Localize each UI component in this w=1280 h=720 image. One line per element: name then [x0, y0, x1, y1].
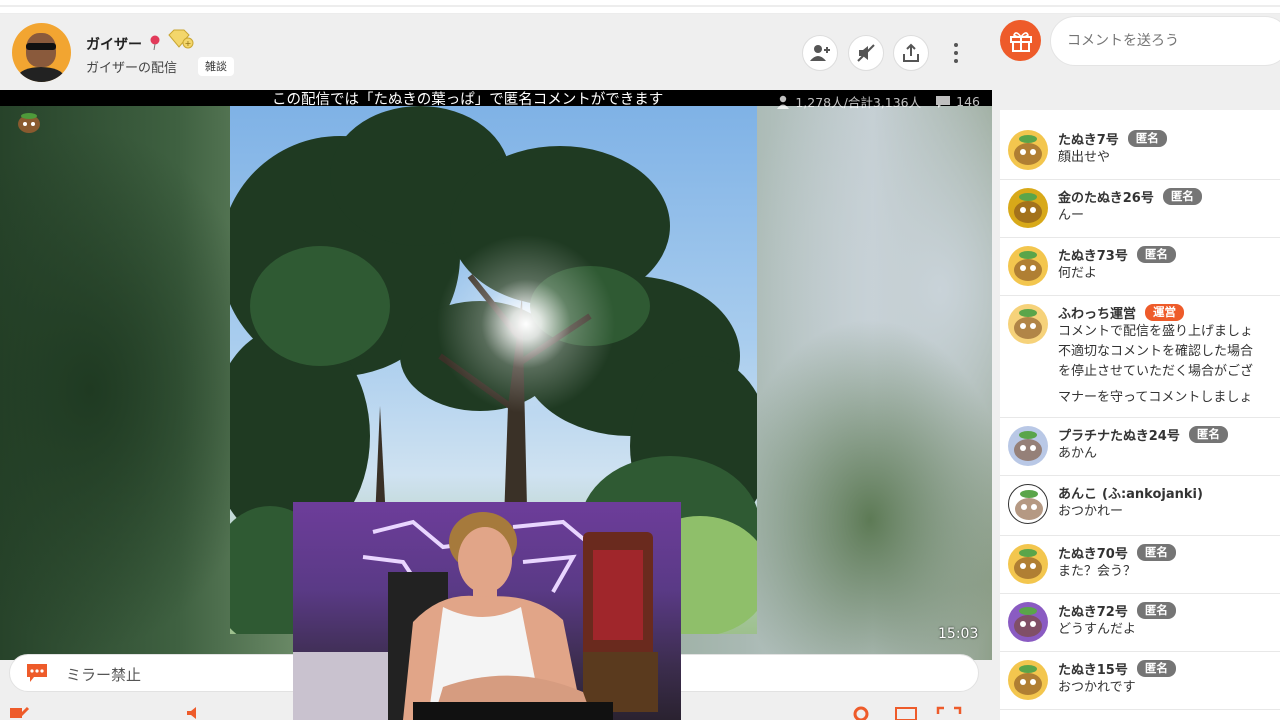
stream-elapsed-time: 15:03: [938, 626, 979, 642]
comment-tag-badge: 運営: [1145, 303, 1185, 321]
comment-text: あかん: [1058, 446, 1098, 461]
comment-input[interactable]: [1050, 16, 1280, 66]
commenter-avatar[interactable]: [1008, 188, 1048, 228]
mute-button[interactable]: [848, 35, 884, 71]
commenter-avatar[interactable]: [1008, 544, 1048, 584]
volume-icon[interactable]: [185, 706, 205, 720]
svg-text:+: +: [185, 39, 192, 48]
commenter-name-row: あんこ (ふ:ankojanki): [1058, 482, 1280, 502]
streamer-name[interactable]: ガイザー: [86, 34, 142, 54]
viewer-icon: [777, 95, 790, 109]
comment-item[interactable]: ふわっち運営 運営コメントで配信を盛り上げましょ 不適切なコメントを確認した場合 を停…: [1000, 296, 1280, 418]
comment-text: を停止させていただく場合がござ: [1058, 364, 1254, 379]
commenter-name[interactable]: あんこ: [1058, 483, 1097, 502]
comment-item[interactable]: たぬき72号 匿名どうすんだよ: [1000, 594, 1280, 652]
comment-pane: たぬき7号匿名顔出せや金のたぬき26号匿名んーたぬき73号匿名何だよふわっち運営…: [992, 14, 1280, 720]
commenter-name-row: たぬき7号 匿名: [1058, 128, 1280, 148]
comment-tag-badge: 匿名: [1162, 187, 1202, 205]
comment-item[interactable]: たぬき73号 匿名何だよ: [1000, 238, 1280, 296]
commenter-name-row: たぬき70号 匿名: [1058, 542, 1280, 562]
comment-text: 不適切なコメントを確認した場合: [1058, 344, 1254, 359]
pip-icon[interactable]: [894, 706, 918, 720]
tanuki-leaf-icon[interactable]: [16, 112, 42, 134]
commenter-name-row: ふわっち運営 運営: [1058, 302, 1280, 322]
comment-tag-badge: 匿名: [1136, 543, 1176, 561]
commenter-name-row: プラチナたぬき24号 匿名: [1058, 424, 1280, 444]
comment-tag-badge: 匿名: [1188, 425, 1228, 443]
commenter-name-row: たぬき73号 匿名: [1058, 244, 1280, 264]
diamond-gem-icon: +: [168, 29, 194, 49]
follow-user-icon: [810, 45, 830, 61]
commenter-avatar[interactable]: [1008, 484, 1048, 524]
gift-button[interactable]: [1000, 20, 1041, 61]
comment-count: 146: [956, 94, 980, 109]
comment-text: コメントで配信を盛り上げましょ: [1058, 324, 1254, 339]
commenter-name[interactable]: たぬき15号: [1058, 659, 1128, 678]
comment-item[interactable]: たぬき15号 匿名 おつかれです: [1000, 652, 1280, 710]
comment-text: おつかれです: [1058, 680, 1136, 695]
stream-stats: 1,278人/合計3,136人 146: [776, 92, 980, 111]
comment-tag-badge: 匿名: [1136, 245, 1176, 263]
viewer-count: 1,278人/合計3,136人: [795, 95, 922, 110]
comment-tag-badge: 匿名: [1127, 129, 1167, 147]
commenter-name[interactable]: ふわっち運営: [1058, 303, 1136, 322]
commenter-handle: (ふ:ankojanki): [1102, 486, 1203, 502]
mute-icon: [857, 44, 875, 62]
commenter-name[interactable]: たぬき7号: [1058, 129, 1119, 148]
commenter-avatar[interactable]: [1008, 660, 1048, 700]
balloon-icon: [150, 35, 160, 50]
more-menu-button[interactable]: [945, 38, 967, 68]
share-icon: [903, 43, 919, 62]
comment-tag-badge: 匿名: [1136, 601, 1176, 619]
comment-item[interactable]: たぬき7号 匿名顔出せや: [1000, 122, 1280, 180]
commenter-avatar[interactable]: [1008, 304, 1048, 344]
chat-bubble-icon: [27, 664, 47, 682]
pane-divider: [992, 110, 1000, 720]
comment-text: 顔出せや: [1058, 150, 1111, 165]
webcam-overlay: [293, 502, 681, 720]
category-tag[interactable]: 雑談: [198, 57, 234, 76]
commenter-name[interactable]: 金のたぬき26号: [1058, 187, 1154, 206]
comment-input-area: [992, 14, 1280, 110]
commenter-name[interactable]: たぬき72号: [1058, 601, 1128, 620]
commenter-name[interactable]: たぬき73号: [1058, 245, 1128, 264]
commenter-name[interactable]: プラチナたぬき24号: [1058, 425, 1180, 444]
follow-button[interactable]: [802, 35, 838, 71]
comment-list[interactable]: たぬき7号 匿名 顔出せや 金のたぬき26号 匿名 んー たぬき73号 匿名 何だよ ふわっち運営…: [1000, 122, 1280, 710]
comment-text: んー: [1058, 208, 1085, 223]
comment-text: 何だよ: [1058, 266, 1098, 281]
stream-title: ガイザーの配信: [86, 61, 178, 76]
webcam-feed: [293, 512, 658, 720]
comment-item[interactable]: あんこ (ふ:ankojanki) おつかれー: [1000, 476, 1280, 536]
notice-text: この配信では「たぬきの葉っぱ」で匿名コメントができます: [272, 92, 664, 108]
comment-text: マナーを守ってコメントしましょ: [1058, 390, 1253, 405]
fullscreen-icon[interactable]: [936, 706, 962, 720]
comment-text: どうすんだよ: [1058, 622, 1137, 637]
comment-text: おつかれー: [1058, 504, 1124, 519]
comment-item[interactable]: プラチナたぬき24号 匿名あかん: [1000, 418, 1280, 476]
commenter-name-row: たぬき72号 匿名: [1058, 600, 1280, 620]
pinned-comment-text: ミラー禁止: [66, 666, 142, 684]
commenter-avatar[interactable]: [1008, 426, 1048, 466]
streamer-avatar[interactable]: [12, 23, 71, 82]
comment-item[interactable]: たぬき70号 匿名また？会う？: [1000, 536, 1280, 594]
comment-read-icon[interactable]: [8, 706, 30, 720]
commenter-avatar[interactable]: [1008, 246, 1048, 286]
settings-gear-icon[interactable]: [850, 704, 872, 720]
comment-count-icon: [936, 95, 951, 108]
commenter-avatar[interactable]: [1008, 602, 1048, 642]
stream-header: ガイザー + ガイザーの配信 雑談: [0, 14, 992, 90]
gift-icon: [1009, 31, 1032, 52]
commenter-name[interactable]: たぬき70号: [1058, 543, 1128, 562]
commenter-name-row: 金のたぬき26号 匿名: [1058, 186, 1280, 206]
commenter-avatar[interactable]: [1008, 130, 1048, 170]
commenter-name-row: たぬき15号 匿名: [1058, 658, 1280, 678]
comment-tag-badge: 匿名: [1136, 659, 1176, 677]
sun-glare: [436, 234, 616, 414]
browser-top-strip: [0, 0, 1280, 14]
share-button[interactable]: [893, 35, 929, 71]
comment-text: また？会う？: [1058, 564, 1137, 579]
comment-item[interactable]: 金のたぬき26号 匿名んー: [1000, 180, 1280, 238]
